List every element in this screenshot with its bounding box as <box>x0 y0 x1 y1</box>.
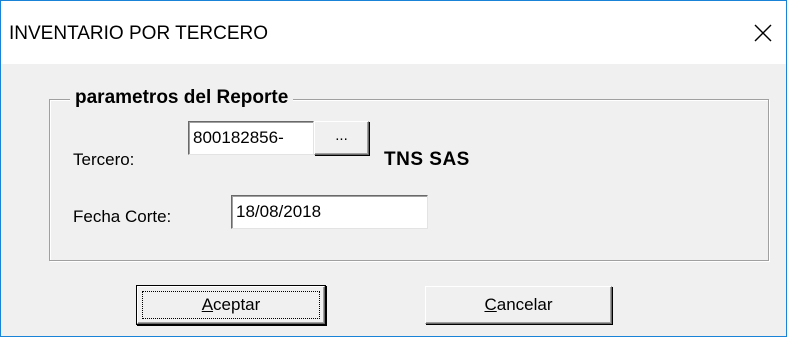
tercero-browse-button[interactable]: ... <box>314 121 369 155</box>
parameters-groupbox <box>49 99 769 261</box>
fecha-corte-input[interactable]: 18/08/2018 <box>231 195 428 229</box>
cancelar-label: ancelar <box>496 295 553 314</box>
title-bar[interactable]: INVENTARIO POR TERCERO <box>1 1 786 64</box>
tercero-input[interactable]: 800182856- <box>188 121 314 155</box>
close-button[interactable] <box>748 18 778 48</box>
window-title: INVENTARIO POR TERCERO <box>9 23 268 44</box>
tercero-label: Tercero: <box>73 150 135 169</box>
dialog-body: parametros del Reporte Tercero: 80018285… <box>1 64 786 336</box>
groupbox-legend: parametros del Reporte <box>70 87 294 109</box>
tercero-name: TNS SAS <box>384 149 470 170</box>
fecha-corte-label: Fecha Corte: <box>73 207 172 226</box>
cancelar-button[interactable]: Cancelar <box>425 286 612 324</box>
cancelar-accel: C <box>484 295 497 314</box>
aceptar-label: ceptar <box>213 295 261 314</box>
close-icon <box>754 24 772 42</box>
dialog-window: INVENTARIO POR TERCERO parametros del Re… <box>0 0 787 337</box>
aceptar-button[interactable]: Aceptar <box>137 286 325 324</box>
aceptar-accel: A <box>201 295 214 314</box>
